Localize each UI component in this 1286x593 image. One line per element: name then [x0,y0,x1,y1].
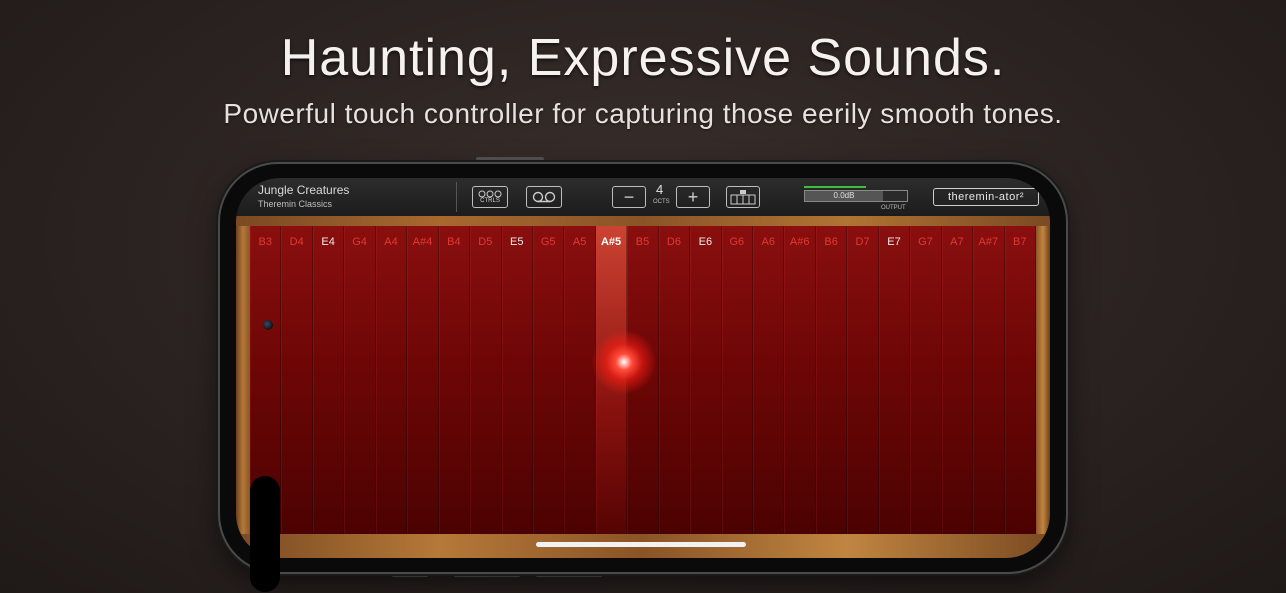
note-column[interactable]: E4 [313,226,345,534]
note-label: E4 [321,236,335,248]
controls-label: CTRLS [480,197,500,204]
wood-trim-top [236,216,1050,226]
app-screen: Jungle Creatures Theremin Classics CTRLS [236,178,1050,558]
minus-icon: − [623,186,635,207]
note-label: G5 [540,236,556,248]
note-label: B4 [447,236,461,248]
note-label: G7 [918,236,933,248]
note-column[interactable]: E5 [502,226,533,534]
note-column[interactable]: G4 [344,226,376,534]
app-logo: theremin-ator² [933,188,1039,206]
note-column[interactable]: A7 [942,226,974,534]
note-column[interactable]: D4 [281,226,313,534]
plus-icon: + [687,186,699,207]
note-label: A#4 [412,236,433,248]
phone-top-button [476,157,544,161]
note-column[interactable]: G5 [533,226,565,534]
toolbar: Jungle Creatures Theremin Classics CTRLS [236,178,1050,217]
octave-plus-button[interactable]: + [676,186,710,208]
phone-side-button [536,574,602,577]
note-column[interactable]: G6 [722,226,753,534]
note-label: D7 [855,236,870,248]
note-label: E6 [698,236,713,248]
output-meter: 0.0dB [804,190,908,202]
note-label: B7 [1012,236,1027,248]
note-column[interactable]: B6 [816,226,848,534]
touch-point [592,330,656,394]
preset-bank: Theremin Classics [258,199,333,209]
note-label: A#7 [978,236,999,248]
note-column[interactable]: A#6 [784,226,816,534]
note-label: A4 [384,236,398,248]
home-indicator[interactable] [536,542,746,547]
output-meter-bar [804,186,866,188]
note-column[interactable]: A6 [753,226,785,534]
note-column[interactable]: D6 [659,226,691,534]
note-label: A6 [761,236,775,248]
note-column[interactable]: D5 [470,226,502,534]
preset-selector[interactable]: Jungle Creatures Theremin Classics [258,183,349,209]
dynamic-island [250,476,280,592]
note-label: B6 [824,236,838,248]
keyboard-lock-icon [730,190,756,205]
note-label: B5 [635,236,650,248]
note-column[interactable]: A#7 [973,226,1005,534]
wood-trim-left [236,226,250,558]
divider [456,182,457,212]
wood-trim-right [1036,226,1050,558]
note-column[interactable]: A4 [376,226,408,534]
note-label: A5 [572,236,587,248]
knobs-icon [478,190,502,197]
note-label: A#6 [789,236,810,248]
phone-frame: Jungle Creatures Theremin Classics CTRLS [220,164,1066,592]
note-label: D5 [478,236,493,248]
subheadline: Powerful touch controller for capturing … [223,98,1063,129]
note-column[interactable]: B7 [1005,226,1036,534]
recorder-button[interactable] [526,186,562,208]
octave-minus-button[interactable]: − [612,186,646,208]
output-label: OUTPUT [881,205,906,211]
note-column[interactable]: B4 [439,226,471,534]
controls-button[interactable]: CTRLS [472,186,508,208]
phone-side-button [392,574,428,577]
note-label: B3 [258,236,272,248]
phone-side-button [454,574,520,577]
headline: Haunting, Expressive Sounds. [280,29,1006,87]
note-column[interactable]: D7 [847,226,879,534]
note-column[interactable]: E6 [690,226,722,534]
octaves-label: OCTS [653,199,670,205]
note-column[interactable]: A5 [564,226,596,534]
front-camera [263,320,273,330]
note-label: E7 [887,236,901,248]
tape-icon [532,191,556,203]
note-column[interactable]: G7 [910,226,942,534]
note-label: D6 [666,236,681,248]
preset-name: Jungle Creatures [258,183,350,197]
note-label: A7 [950,236,964,248]
scale-lock-button[interactable] [726,186,760,208]
note-label: D4 [289,236,304,248]
octaves-value: 4 [656,182,664,197]
note-label: G4 [352,236,367,248]
note-label: G6 [729,236,745,248]
note-label: E5 [509,236,524,248]
output-level: 0.0dB [805,191,883,201]
note-column[interactable]: A#4 [407,226,439,534]
note-label: A#5 [600,236,622,248]
note-column[interactable]: E7 [879,226,911,534]
